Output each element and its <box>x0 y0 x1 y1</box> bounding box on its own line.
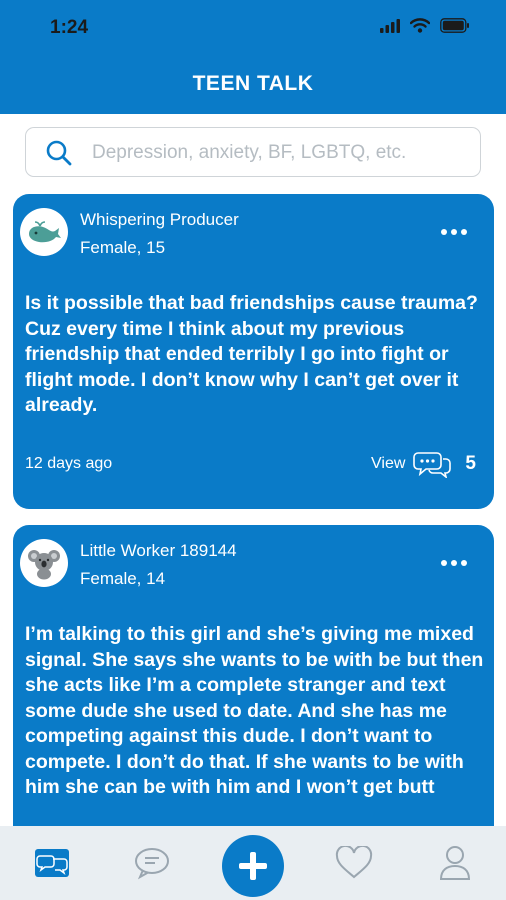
add-post-button[interactable] <box>222 835 284 897</box>
signal-icon <box>380 18 400 33</box>
tab-bar <box>0 826 506 900</box>
whale-icon <box>29 221 61 243</box>
search-input[interactable]: Depression, anxiety, BF, LGBTQ, etc. <box>25 127 481 177</box>
post-meta: Female, 14 <box>80 569 166 588</box>
post-username: Whispering Producer <box>80 210 239 229</box>
comments-icon <box>413 452 452 478</box>
chat-icon <box>135 848 169 880</box>
wifi-icon <box>410 18 430 33</box>
more-options-icon[interactable] <box>441 560 467 566</box>
post-card[interactable]: Little Worker 189144 Female, 14 I’m talk… <box>13 525 494 855</box>
status-icons <box>380 18 470 33</box>
tab-favorites[interactable] <box>324 826 384 900</box>
page-title: TEEN TALK <box>192 72 314 95</box>
post-body: I’m talking to this girl and she’s givin… <box>25 623 484 798</box>
view-comments-button[interactable]: View 5 <box>371 450 476 478</box>
view-label: View <box>371 455 406 472</box>
battery-icon <box>440 18 469 33</box>
heart-icon <box>335 846 373 879</box>
profile-icon <box>439 846 471 880</box>
status-bar: 1:24 <box>0 0 506 56</box>
feed-tab-icon <box>35 849 69 877</box>
tab-feed[interactable] <box>22 826 82 900</box>
post-body: Is it possible that bad friendships caus… <box>25 292 478 416</box>
tab-chat[interactable] <box>122 826 182 900</box>
plus-icon <box>239 852 267 880</box>
avatar <box>20 208 68 256</box>
post-meta: Female, 15 <box>80 238 166 257</box>
koala-icon <box>28 550 60 580</box>
comment-count: 5 <box>465 453 476 474</box>
post-time: 12 days ago <box>25 455 113 472</box>
tab-profile[interactable] <box>425 826 485 900</box>
app-header: 1:24 TEEN TALK <box>0 0 506 114</box>
post-username: Little Worker 189144 <box>80 541 237 560</box>
status-time: 1:24 <box>50 17 89 38</box>
search-icon <box>46 140 72 166</box>
more-options-icon[interactable] <box>441 229 467 235</box>
post-card[interactable]: Whispering Producer Female, 15 Is it pos… <box>13 194 494 509</box>
search-placeholder: Depression, anxiety, BF, LGBTQ, etc. <box>92 142 407 163</box>
avatar <box>20 539 68 587</box>
